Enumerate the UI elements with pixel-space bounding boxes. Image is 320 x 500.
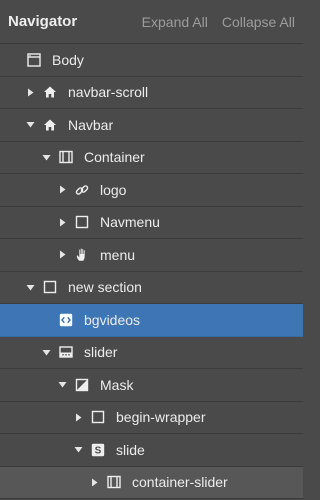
navigator-panel: Navigator Expand All Collapse All Body na…	[0, 0, 303, 500]
caret-right-icon[interactable]	[88, 478, 100, 487]
tree-row-bgvideos[interactable]: bgvideos	[0, 304, 303, 337]
tree-row-container-slider[interactable]: container-slider	[0, 466, 303, 499]
tree-row-label: menu	[100, 246, 136, 263]
tree-row-container[interactable]: Container	[0, 142, 303, 174]
caret-right-icon[interactable]	[56, 218, 68, 227]
tree-row-label: Navbar	[68, 116, 114, 133]
tree-row-label: slide	[116, 441, 145, 458]
tree-row-menu[interactable]: menu	[0, 239, 303, 272]
tree-row-navbar-scroll[interactable]: navbar-scroll	[0, 77, 303, 109]
tree-row-new-section[interactable]: new section	[0, 272, 303, 304]
link-icon	[74, 182, 90, 198]
tree-row-navmenu[interactable]: Navmenu	[0, 207, 303, 239]
tree-row-navbar[interactable]: Navbar	[0, 109, 303, 142]
caret-down-icon[interactable]	[24, 283, 36, 292]
tree-row-label: new section	[68, 279, 142, 296]
slider-icon	[58, 344, 74, 360]
home-icon	[42, 84, 58, 100]
square-icon	[90, 409, 106, 425]
caret-down-icon[interactable]	[72, 445, 84, 454]
caret-right-icon[interactable]	[72, 413, 84, 422]
hand-icon	[74, 247, 90, 263]
code-embed-icon	[58, 312, 74, 328]
container-icon	[106, 474, 122, 490]
caret-right-icon[interactable]	[56, 185, 68, 194]
navigator-header: Navigator Expand All Collapse All	[0, 0, 303, 44]
tree-row-label: Navmenu	[100, 214, 160, 231]
tree-row-label: Mask	[100, 376, 134, 393]
tree-row-label: begin-wrapper	[116, 409, 206, 426]
tree-row-label: Body	[52, 51, 84, 68]
tree-row-begin-wrapper[interactable]: begin-wrapper	[0, 402, 303, 434]
tree-row-label: logo	[100, 181, 127, 198]
square-icon	[42, 279, 58, 295]
square-icon	[74, 214, 90, 230]
caret-right-icon[interactable]	[24, 88, 36, 97]
caret-right-icon[interactable]	[56, 250, 68, 259]
slide-icon: S	[90, 442, 106, 458]
tree-row-label: Container	[84, 149, 145, 166]
panel-title: Navigator	[8, 13, 78, 30]
tree-row-slide[interactable]: Sslide	[0, 434, 303, 467]
caret-down-icon[interactable]	[56, 380, 68, 389]
svg-text:S: S	[95, 445, 102, 456]
tree-row-logo[interactable]: logo	[0, 174, 303, 207]
collapse-all-button[interactable]: Collapse All	[222, 14, 295, 30]
tree-row-label: container-slider	[132, 474, 228, 491]
page-icon	[26, 52, 42, 68]
expand-all-button[interactable]: Expand All	[142, 14, 208, 30]
caret-down-icon[interactable]	[40, 153, 52, 162]
home-icon	[42, 117, 58, 133]
caret-down-icon[interactable]	[24, 120, 36, 129]
caret-down-icon[interactable]	[40, 348, 52, 357]
tree-row-mask[interactable]: Mask	[0, 369, 303, 402]
tree-row-label: slider	[84, 344, 118, 361]
tree-row-body[interactable]: Body	[0, 44, 303, 77]
tree-row-slider[interactable]: slider	[0, 337, 303, 369]
mask-icon	[74, 377, 90, 393]
navigator-tree: Body navbar-scroll Navbar Container logo Navm…	[0, 44, 303, 499]
tree-row-label: bgvideos	[84, 311, 141, 328]
container-icon	[58, 149, 74, 165]
tree-row-label: navbar-scroll	[68, 84, 149, 101]
